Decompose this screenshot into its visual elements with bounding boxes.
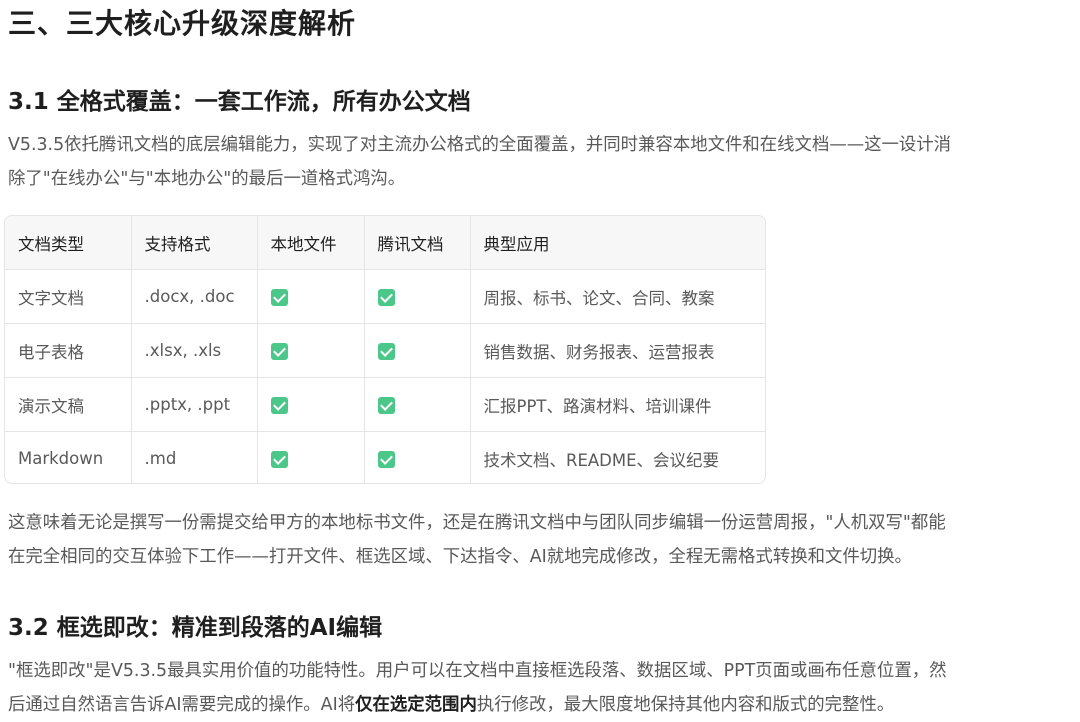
header-local-file: 本地文件 (257, 216, 365, 270)
intro-paragraph: V5.3.5依托腾讯文档的底层编辑能力，实现了对主流办公格式的全面覆盖，并同时兼… (8, 128, 951, 196)
intro-line-1: V5.3.5依托腾讯文档的底层编辑能力，实现了对主流办公格式的全面覆盖，并同时兼… (8, 135, 952, 155)
checkbox-checked-icon (377, 289, 395, 306)
cell-tencent-docs (364, 431, 471, 483)
cell-local-file (257, 323, 365, 378)
outro-line-1: 这意味着无论是撰写一份需提交给甲方的本地标书文件，还是在腾讯文档中与团队同步编辑… (8, 513, 946, 533)
table-row: Markdown .md 技术文档、README、会议纪要 (5, 431, 765, 483)
subsection-title-3-2: 3.2 框选即改：精准到段落的AI编辑 (8, 615, 383, 641)
header-doc-type: 文档类型 (5, 216, 132, 270)
table-row: 演示文稿 .pptx, .ppt 汇报PPT、路演材料、培训课件 (5, 377, 765, 432)
s32-line-2-start: 后通过自然语言告诉AI需要完成的操作。AI将 (8, 695, 356, 715)
table-header-row: 文档类型 支持格式 本地文件 腾讯文档 典型应用 (5, 216, 765, 270)
subsection-title-3-1: 3.1 全格式覆盖：一套工作流，所有办公文档 (8, 89, 471, 115)
cell-tencent-docs (364, 269, 471, 324)
cell-typical-usage: 技术文档、README、会议纪要 (483, 450, 720, 470)
s32-line-2-end: 执行修改，最大限度地保持其他内容和版式的完整性。 (476, 695, 895, 715)
s32-emphasis: 仅在选定范围内 (355, 695, 477, 715)
cell-doc-type: 文字文档 (5, 269, 132, 324)
checkbox-checked-icon (270, 451, 288, 468)
checkbox-checked-icon (377, 397, 395, 414)
outro-paragraph: 这意味着无论是撰写一份需提交给甲方的本地标书文件，还是在腾讯文档中与团队同步编辑… (8, 506, 946, 574)
checkbox-checked-icon (377, 451, 395, 468)
cell-formats: .xlsx, .xls (131, 323, 258, 378)
cell-formats: .pptx, .ppt (131, 377, 258, 432)
cell-local-file (257, 377, 365, 432)
s32-line-1: "框选即改"是V5.3.5最具实用价值的功能特性。用户可以在文档中直接框选段落、… (8, 661, 947, 681)
checkbox-checked-icon (270, 289, 288, 306)
table-row: 文字文档 .docx, .doc 周报、标书、论文、合同、教案 (5, 269, 765, 324)
cell-tencent-docs (364, 377, 471, 432)
s32-paragraph: "框选即改"是V5.3.5最具实用价值的功能特性。用户可以在文档中直接框选段落、… (8, 654, 947, 722)
checkbox-checked-icon (270, 343, 288, 360)
header-formats: 支持格式 (131, 216, 258, 270)
cell-doc-type: 电子表格 (5, 323, 132, 378)
checkbox-checked-icon (377, 343, 395, 360)
cell-local-file (257, 269, 365, 324)
section-title: 三、三大核心升级深度解析 (8, 7, 357, 40)
cell-doc-type: Markdown (5, 431, 132, 483)
cell-formats: .docx, .doc (131, 269, 258, 324)
table-row: 电子表格 .xlsx, .xls 销售数据、财务报表、运营报表 (5, 323, 765, 378)
cell-typical-usage: 周报、标书、论文、合同、教案 (470, 269, 765, 324)
cell-local-file (257, 431, 365, 483)
intro-line-2: 除了"在线办公"与"本地办公"的最后一道格式鸿沟。 (8, 169, 406, 189)
header-tencent-docs: 腾讯文档 (364, 216, 471, 270)
header-typical-usage: 典型应用 (470, 216, 765, 270)
format-support-table: 文档类型 支持格式 本地文件 腾讯文档 典型应用 文字文档 .docx, .do… (4, 215, 766, 484)
cell-tencent-docs (364, 323, 471, 378)
cell-doc-type: 演示文稿 (5, 377, 132, 432)
outro-line-2: 在完全相同的交互体验下工作——打开文件、框选区域、下达指令、AI就地完成修改，全… (8, 547, 912, 567)
cell-typical-usage: 销售数据、财务报表、运营报表 (470, 323, 765, 378)
cell-typical-usage: 汇报PPT、路演材料、培训课件 (470, 377, 765, 432)
checkbox-checked-icon (270, 397, 288, 414)
cell-formats: .md (131, 431, 258, 483)
